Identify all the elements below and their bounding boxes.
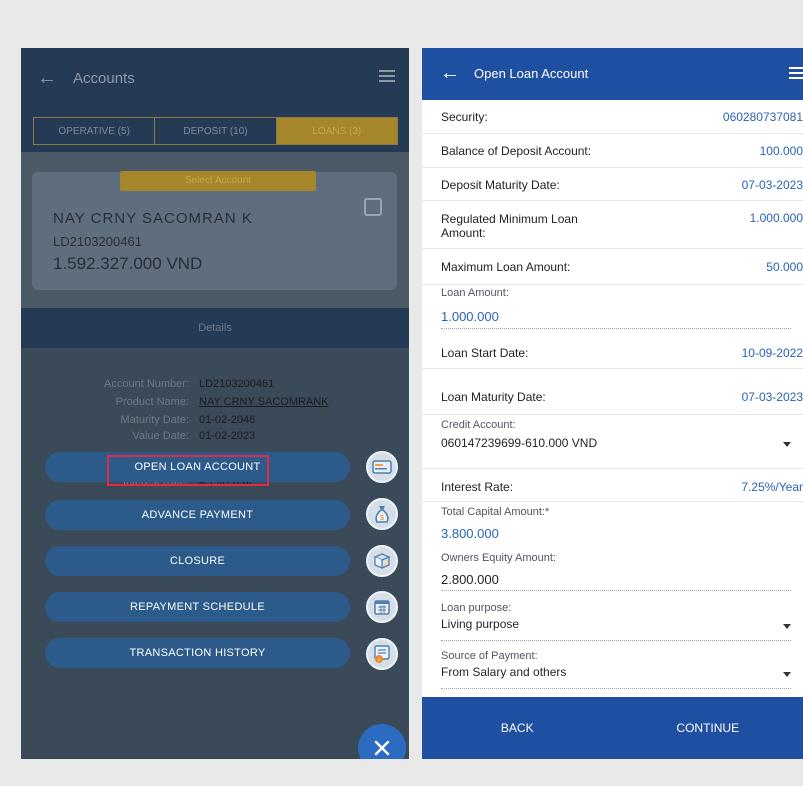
- min-loan-row: Regulated Minimum Loan Amount: 1.000.000: [422, 201, 803, 249]
- total-capital-field[interactable]: Total Capital Amount:* 3.800.000: [422, 506, 803, 546]
- tab-deposit[interactable]: DEPOSIT (10): [155, 118, 277, 144]
- source-payment-value: From Salary and others: [441, 665, 567, 679]
- money-bag-icon[interactable]: $: [366, 498, 398, 530]
- credit-account-select[interactable]: Credit Account: 060147239699-610.000 VND: [422, 419, 803, 463]
- edit-icon[interactable]: [364, 198, 382, 216]
- page-title: Open Loan Account: [474, 66, 589, 81]
- credit-account-value: 060147239699-610.000 VND: [441, 436, 598, 450]
- detail-label: Maturity Date:: [120, 414, 189, 426]
- loan-start-row: Loan Start Date: 10-09-2022: [422, 337, 803, 369]
- advance-payment-button[interactable]: ADVANCE PAYMENT: [45, 500, 350, 530]
- detail-label: Product Name:: [115, 396, 189, 408]
- app-bar: ← Open Loan Account: [422, 48, 803, 100]
- loan-purpose-value: Living purpose: [441, 617, 520, 631]
- back-button[interactable]: BACK: [422, 697, 613, 759]
- divider: [441, 640, 791, 641]
- total-capital-label: Total Capital Amount:*: [441, 506, 550, 518]
- tab-loans[interactable]: LOANS (3): [276, 118, 397, 144]
- tab-bar: OPERATIVE (5) DEPOSIT (10) LOANS (3): [21, 110, 409, 152]
- tab-operative[interactable]: OPERATIVE (5): [34, 118, 156, 144]
- account-name: NAY CRNY SACOMRAN K: [53, 210, 253, 227]
- owners-equity-input[interactable]: 2.800.000: [441, 572, 499, 587]
- source-payment-select[interactable]: Source of Payment: From Salary and other…: [422, 650, 803, 694]
- detail-value: NAY CRNY SACOMRANK: [199, 396, 329, 408]
- security-label: Security:: [441, 110, 488, 124]
- divider: [441, 688, 791, 689]
- deposit-maturity-value: 07-03-2023: [741, 178, 803, 192]
- accounts-screen: ← Accounts OPERATIVE (5) DEPOSIT (10) LO…: [21, 48, 409, 759]
- security-value: 060280737081: [722, 110, 803, 124]
- detail-value: LD2103200461: [199, 378, 275, 390]
- security-row: Security: 060280737081: [422, 100, 803, 134]
- account-number: LD2103200461: [53, 234, 142, 249]
- app-bar: ← Accounts: [21, 48, 409, 110]
- detail-row: Value Date: 01-02-2023: [21, 430, 409, 447]
- menu-icon[interactable]: [379, 70, 395, 82]
- chevron-down-icon[interactable]: [783, 624, 791, 629]
- loan-amount-label: Loan Amount:: [441, 287, 509, 299]
- interest-rate-label: Interest Rate:: [441, 480, 514, 494]
- min-loan-value: 1.000.000: [749, 211, 803, 225]
- interest-rate-value: 7.25%/Year: [741, 480, 803, 494]
- max-loan-value: 50.000: [766, 260, 803, 274]
- loan-purpose-label: Loan purpose:: [441, 602, 512, 614]
- continue-button[interactable]: CONTINUE: [613, 697, 803, 759]
- divider: [441, 328, 791, 329]
- bottom-action-bar: BACK CONTINUE: [422, 697, 803, 759]
- back-arrow-icon[interactable]: ←: [440, 62, 460, 85]
- balance-value: 100.000: [759, 144, 803, 158]
- max-loan-row: Maximum Loan Amount: 50.000: [422, 249, 803, 285]
- select-account-badge[interactable]: Select Account: [120, 171, 316, 191]
- detail-row: Maturity Date: 01-02-2046: [21, 414, 409, 431]
- source-payment-label: Source of Payment:: [441, 650, 538, 662]
- balance-row: Balance of Deposit Account: 100.000: [422, 134, 803, 168]
- loan-maturity-label: Loan Maturity Date:: [441, 390, 546, 404]
- interest-rate-row: Interest Rate: 7.25%/Year: [422, 468, 803, 502]
- open-loan-account-screen: ← Open Loan Account Security: 0602807370…: [422, 48, 803, 759]
- loan-start-value[interactable]: 10-09-2022: [742, 346, 803, 360]
- menu-icon[interactable]: [789, 67, 803, 79]
- detail-label: Value Date:: [132, 430, 189, 442]
- owners-equity-field[interactable]: Owners Equity Amount: 2.800.000: [422, 552, 803, 592]
- deposit-maturity-label: Deposit Maturity Date:: [441, 178, 560, 192]
- loan-amount-input[interactable]: 1.000.000: [441, 309, 499, 324]
- svg-text:$: $: [380, 515, 384, 522]
- transaction-history-button[interactable]: TRANSACTION HISTORY: [45, 638, 350, 668]
- divider: [441, 590, 791, 591]
- account-balance: 1.592.327.000 VND: [53, 254, 203, 273]
- calendar-icon[interactable]: [366, 591, 398, 623]
- loan-card-icon[interactable]: [366, 451, 398, 483]
- loan-start-label: Loan Start Date:: [441, 346, 529, 360]
- deposit-maturity-row: Deposit Maturity Date: 07-03-2023: [422, 168, 803, 201]
- detail-value: 01-02-2023: [199, 430, 256, 442]
- detail-row: Product Name: NAY CRNY SACOMRANK: [21, 396, 409, 413]
- closure-button[interactable]: CLOSURE: [45, 546, 350, 576]
- loan-maturity-row: Loan Maturity Date: 07-03-2023: [422, 369, 803, 415]
- history-icon[interactable]: i: [366, 638, 398, 670]
- total-capital-input[interactable]: 3.800.000: [441, 526, 499, 541]
- owners-equity-label: Owners Equity Amount:: [441, 552, 556, 564]
- box-icon[interactable]: [366, 545, 398, 577]
- loan-amount-field[interactable]: Loan Amount: 1.000.000: [422, 287, 803, 331]
- page-title: Accounts: [73, 70, 135, 87]
- repayment-schedule-button[interactable]: REPAYMENT SCHEDULE: [45, 592, 350, 622]
- back-arrow-icon[interactable]: ←: [37, 67, 57, 90]
- balance-label: Balance of Deposit Account:: [441, 144, 592, 158]
- open-loan-account-button[interactable]: OPEN LOAN ACCOUNT: [45, 452, 350, 482]
- svg-text:i: i: [378, 658, 379, 664]
- loan-purpose-select[interactable]: Loan purpose: Living purpose: [422, 602, 803, 644]
- close-icon[interactable]: [358, 724, 406, 759]
- details-header: Details: [21, 308, 409, 348]
- chevron-down-icon[interactable]: [783, 672, 791, 677]
- detail-label: Account Number:: [104, 378, 189, 390]
- credit-account-label: Credit Account:: [441, 419, 516, 431]
- loan-maturity-value[interactable]: 07-03-2023: [742, 390, 803, 404]
- detail-row: Account Number: LD2103200461: [21, 378, 409, 395]
- min-loan-label: Regulated Minimum Loan Amount:: [441, 212, 578, 240]
- max-loan-label: Maximum Loan Amount:: [441, 260, 571, 274]
- detail-value: 01-02-2046: [199, 414, 256, 426]
- chevron-down-icon[interactable]: [783, 442, 791, 447]
